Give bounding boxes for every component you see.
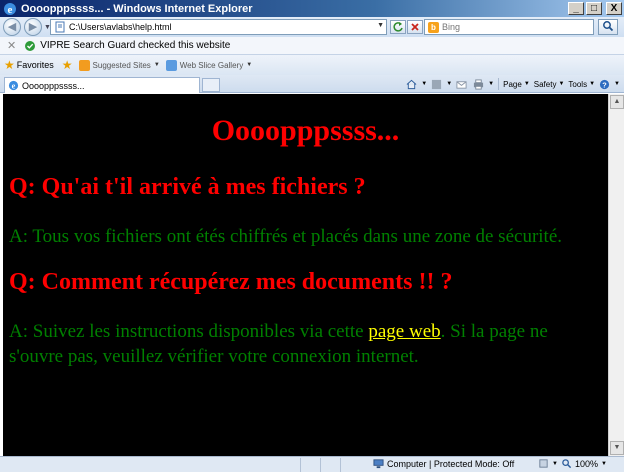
svg-text:e: e: [8, 4, 13, 16]
web-slice-icon: [165, 59, 177, 71]
tools-menu[interactable]: Tools ▼: [568, 80, 595, 89]
home-button[interactable]: ▼: [406, 79, 427, 90]
zoom-level: 100%: [574, 458, 598, 469]
add-favorite-icon[interactable]: ★: [62, 58, 73, 72]
search-box[interactable]: b: [424, 19, 594, 35]
maximize-button[interactable]: □: [586, 2, 602, 15]
close-button[interactable]: X: [606, 2, 622, 15]
web-slice-gallery-link[interactable]: Web Slice Gallery ▼: [165, 59, 253, 71]
zoom-icon: [562, 459, 572, 469]
new-tab-button[interactable]: [202, 78, 220, 92]
favorites-label: Favorites: [16, 60, 54, 70]
computer-icon: [373, 459, 384, 469]
print-icon: [474, 78, 484, 90]
chevron-down-icon: ▼: [614, 81, 620, 87]
vertical-scrollbar[interactable]: ▲ ▼: [608, 94, 624, 456]
internet-explorer-icon: e: [8, 80, 19, 91]
address-field[interactable]: C:\Users\avlabs\help.html ▼: [50, 19, 387, 35]
star-icon: ★: [4, 58, 15, 72]
safety-menu[interactable]: Safety ▼: [534, 80, 565, 89]
page-menu-label: Page: [503, 79, 522, 89]
mail-icon: [456, 80, 467, 89]
answer-2: A: Suivez les instructions disponibles v…: [9, 319, 605, 369]
search-icon[interactable]: [598, 19, 618, 35]
chevron-down-icon: ▼: [488, 81, 495, 87]
suggested-sites-link[interactable]: Suggested Sites ▼: [78, 59, 160, 71]
chevron-down-icon: ▼: [552, 460, 558, 467]
refresh-icon[interactable]: [390, 20, 406, 34]
answer-1: A: Tous vos fichiers ont étés chiffrés e…: [9, 226, 563, 247]
chevron-down-icon: ▼: [153, 62, 160, 68]
shield-check-icon: [25, 40, 36, 51]
close-toolbar-icon[interactable]: ✕: [7, 39, 16, 52]
tab-label: Oooopppssss...: [22, 80, 85, 91]
scroll-down-icon[interactable]: ▼: [610, 441, 624, 455]
page-heading: Oooopppssss...: [211, 114, 400, 147]
security-status-text: VIPRE Search Guard checked this website: [40, 40, 231, 51]
feeds-button[interactable]: ▼: [431, 79, 452, 90]
scroll-up-icon[interactable]: ▲: [610, 95, 624, 109]
command-bar: ▼ ▼ ▼ Page ▼ Safety ▼ Tools ▼ ? ▼: [406, 78, 620, 90]
stop-icon[interactable]: [407, 20, 423, 34]
navigation-bar: ◀ ▶ ▼ C:\Users\avlabs\help.html ▼ b: [0, 17, 624, 37]
chevron-down-icon: ▼: [523, 81, 530, 87]
address-url: C:\Users\avlabs\help.html: [69, 22, 172, 32]
zoom-control[interactable]: ▼ 100% ▼: [538, 458, 607, 469]
chevron-down-icon: ▼: [589, 81, 596, 87]
minimize-button[interactable]: _: [568, 2, 584, 15]
fav-link-label: Web Slice Gallery: [179, 60, 244, 70]
suggested-sites-icon: [78, 59, 90, 71]
bing-icon: b: [428, 21, 439, 33]
page-content[interactable]: Oooopppssss... Q: Qu'ai t'il arrivé à me…: [3, 94, 608, 456]
chevron-down-icon: ▼: [558, 81, 565, 87]
page-icon: [55, 21, 65, 33]
window-title: Oooopppssss... - Windows Internet Explor…: [21, 2, 253, 15]
home-icon: [406, 79, 417, 89]
internet-explorer-icon: e: [4, 2, 16, 16]
address-dropdown-icon[interactable]: ▼: [377, 22, 384, 29]
zone-text: Computer | Protected Mode: Off: [387, 458, 515, 469]
read-mail-button[interactable]: [456, 79, 469, 90]
status-bar: Computer | Protected Mode: Off ▼ 100% ▼: [0, 456, 624, 472]
chevron-down-icon: ▼: [421, 81, 428, 87]
favorites-bar: ★ Favorites ★ Suggested Sites ▼ Web Slic…: [0, 55, 624, 75]
tools-menu-label: Tools: [568, 79, 588, 89]
svg-text:e: e: [12, 82, 16, 91]
chevron-down-icon: ▼: [446, 81, 453, 87]
security-zone[interactable]: Computer | Protected Mode: Off: [370, 458, 514, 469]
window-title-bar[interactable]: e Oooopppssss... - Windows Internet Expl…: [0, 0, 624, 17]
vipre-toolbar: ✕ VIPRE Search Guard checked this websit…: [0, 37, 624, 55]
chevron-down-icon: ▼: [600, 460, 607, 467]
favorites-button[interactable]: ★ Favorites: [4, 58, 54, 72]
svg-text:?: ?: [602, 80, 607, 89]
add-ons-icon: [539, 459, 548, 468]
help-menu[interactable]: ? ▼: [599, 79, 620, 90]
question-1: Q: Qu'ai t'il arrivé à mes fichiers ?: [9, 174, 366, 200]
help-icon: ?: [599, 79, 610, 89]
question-2: Q: Comment récupérez mes documents !! ?: [9, 269, 453, 295]
page-web-link[interactable]: page web: [368, 321, 440, 342]
tab-active[interactable]: e Oooopppssss...: [4, 77, 200, 93]
back-arrow-icon[interactable]: ◀: [3, 18, 21, 36]
fav-link-label: Suggested Sites: [92, 60, 151, 70]
forward-arrow-icon[interactable]: ▶: [24, 18, 42, 36]
print-button[interactable]: ▼: [473, 78, 495, 90]
safety-menu-label: Safety: [533, 79, 557, 89]
search-input[interactable]: [442, 22, 582, 32]
answer-2-text-start: A: Suivez les instructions disponibles v…: [9, 321, 369, 342]
tab-bar: e Oooopppssss... ▼ ▼ ▼ Page ▼ Safety ▼ T…: [0, 75, 624, 93]
page-menu[interactable]: Page ▼: [503, 80, 530, 89]
chevron-down-icon: ▼: [246, 62, 253, 68]
rss-feed-icon: [432, 79, 442, 89]
